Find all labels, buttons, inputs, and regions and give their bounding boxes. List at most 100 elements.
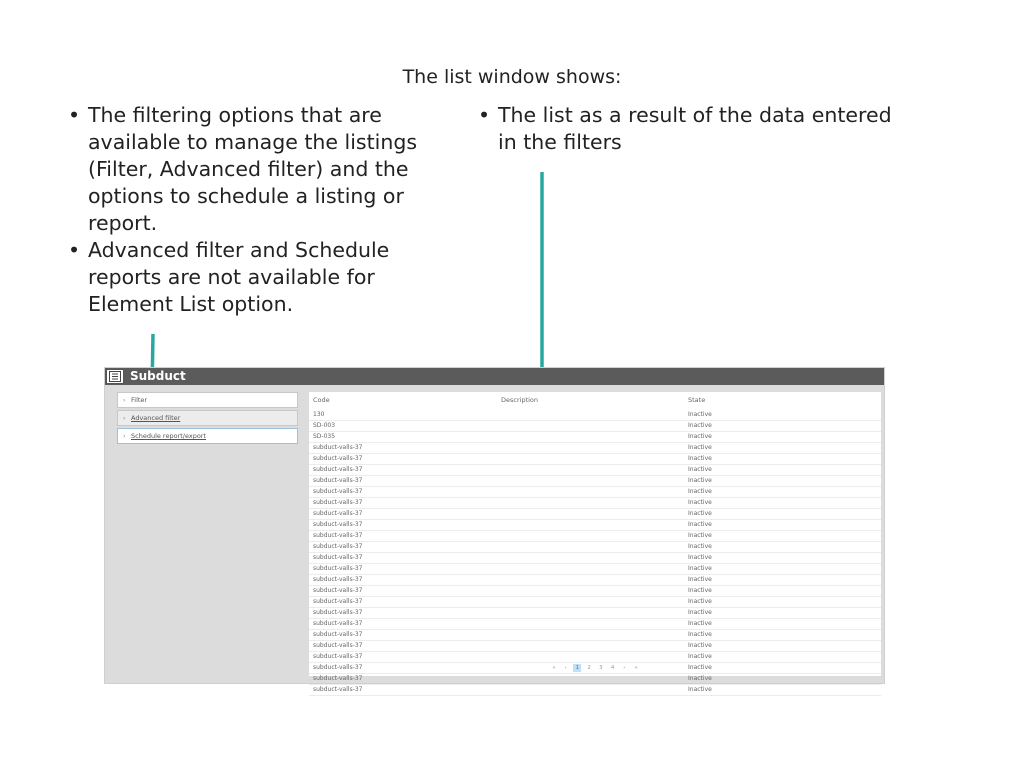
- cell-state: Inactive: [688, 510, 712, 517]
- sidebar-item-label: Advanced filter: [131, 414, 181, 422]
- last-page-button[interactable]: »: [632, 664, 640, 672]
- table-row[interactable]: SD-003 Inactive: [309, 421, 881, 432]
- table-row[interactable]: subduct-valls-37 Inactive: [309, 487, 881, 498]
- table-row[interactable]: subduct-valls-37 Inactive: [309, 443, 881, 454]
- cell-code: subduct-valls-37: [313, 631, 363, 638]
- table-row[interactable]: subduct-valls-37 Inactive: [309, 553, 881, 564]
- table-row[interactable]: subduct-valls-37 Inactive: [309, 454, 881, 465]
- cell-state: Inactive: [688, 477, 712, 484]
- prev-page-button[interactable]: ‹: [562, 664, 570, 672]
- cell-code: subduct-valls-37: [313, 653, 363, 660]
- app-window: Subduct › Filter › Advanced filter › Schedu…: [104, 367, 885, 696]
- cell-state: Inactive: [688, 543, 712, 550]
- table-row[interactable]: subduct-valls-37 Inactive: [309, 586, 881, 597]
- cell-code: subduct-valls-37: [313, 521, 363, 528]
- sidebar-item-advanced-filter[interactable]: › Advanced filter: [117, 410, 298, 426]
- cell-state: Inactive: [688, 554, 712, 561]
- cell-state: Inactive: [688, 631, 712, 638]
- list-rows: 130 Inactive SD-003 Inactive SD-035 Inactive s…: [309, 410, 881, 696]
- cell-state: Inactive: [688, 653, 712, 660]
- sidebar: › Filter › Advanced filter › Schedule repor…: [117, 392, 298, 446]
- next-page-button[interactable]: ›: [620, 664, 628, 672]
- cell-state: Inactive: [688, 422, 712, 429]
- cell-state: Inactive: [688, 455, 712, 462]
- table-row[interactable]: subduct-valls-37 Inactive: [309, 542, 881, 553]
- cell-code: subduct-valls-37: [313, 444, 363, 451]
- cell-code: SD-035: [313, 433, 336, 440]
- list-header: Code Description State: [309, 392, 881, 408]
- cell-state: Inactive: [688, 444, 712, 451]
- cell-code: subduct-valls-37: [313, 620, 363, 627]
- column-header-state[interactable]: State: [688, 396, 705, 404]
- column-header-description[interactable]: Description: [501, 396, 538, 404]
- table-row[interactable]: subduct-valls-37 Inactive: [309, 575, 881, 586]
- list-icon: [106, 369, 124, 384]
- cell-state: Inactive: [688, 686, 712, 693]
- page-button-2[interactable]: 2: [585, 664, 593, 672]
- window-title: Subduct: [130, 369, 186, 383]
- sidebar-item-label: Filter: [131, 396, 148, 404]
- cell-code: subduct-valls-37: [313, 554, 363, 561]
- table-row[interactable]: subduct-valls-37 Inactive: [309, 509, 881, 520]
- table-row[interactable]: subduct-valls-37 Inactive: [309, 476, 881, 487]
- cell-code: subduct-valls-37: [313, 565, 363, 572]
- page-button-1[interactable]: 1: [573, 664, 582, 672]
- chevron-right-icon: ›: [123, 396, 126, 404]
- table-row[interactable]: 130 Inactive: [309, 410, 881, 421]
- cell-code: subduct-valls-37: [313, 686, 363, 693]
- cell-code: subduct-valls-37: [313, 642, 363, 649]
- cell-state: Inactive: [688, 433, 712, 440]
- cell-code: subduct-valls-37: [313, 532, 363, 539]
- first-page-button[interactable]: «: [550, 664, 558, 672]
- results-list: Code Description State 130 Inactive SD-003…: [309, 392, 881, 696]
- cell-code: subduct-valls-37: [313, 587, 363, 594]
- intro-title: The list window shows:: [402, 66, 622, 88]
- chevron-right-icon: ›: [123, 432, 126, 440]
- cell-code: SD-003: [313, 422, 336, 429]
- cell-state: Inactive: [688, 499, 712, 506]
- table-row[interactable]: subduct-valls-37 Inactive: [309, 685, 881, 696]
- pagination: « ‹ 1 2 3 4 › »: [309, 664, 881, 674]
- left-bullet-list: The filtering options that are available…: [66, 102, 466, 318]
- cell-code: subduct-valls-37: [313, 675, 363, 682]
- cell-code: subduct-valls-37: [313, 466, 363, 473]
- page-button-4[interactable]: 4: [609, 664, 617, 672]
- table-row[interactable]: subduct-valls-37 Inactive: [309, 531, 881, 542]
- cell-state: Inactive: [688, 411, 712, 418]
- table-row[interactable]: subduct-valls-37 Inactive: [309, 619, 881, 630]
- bullet-item: The filtering options that are available…: [66, 102, 466, 237]
- table-row[interactable]: subduct-valls-37 Inactive: [309, 597, 881, 608]
- table-row[interactable]: subduct-valls-37 Inactive: [309, 641, 881, 652]
- table-row[interactable]: subduct-valls-37 Inactive: [309, 674, 881, 685]
- table-row[interactable]: subduct-valls-37 Inactive: [309, 630, 881, 641]
- bullet-item: Advanced filter and Schedule reports are…: [66, 237, 466, 318]
- right-bullet-list: The list as a result of the data entered…: [476, 102, 916, 156]
- sidebar-item-schedule-report[interactable]: › Schedule report/export: [117, 428, 298, 444]
- cell-state: Inactive: [688, 521, 712, 528]
- table-row[interactable]: SD-035 Inactive: [309, 432, 881, 443]
- cell-state: Inactive: [688, 598, 712, 605]
- table-row[interactable]: subduct-valls-37 Inactive: [309, 608, 881, 619]
- table-row[interactable]: subduct-valls-37 Inactive: [309, 564, 881, 575]
- cell-state: Inactive: [688, 642, 712, 649]
- cell-code: subduct-valls-37: [313, 598, 363, 605]
- cell-state: Inactive: [688, 675, 712, 682]
- cell-code: subduct-valls-37: [313, 455, 363, 462]
- cell-state: Inactive: [688, 609, 712, 616]
- cell-state: Inactive: [688, 532, 712, 539]
- page-button-3[interactable]: 3: [597, 664, 605, 672]
- cell-code: subduct-valls-37: [313, 499, 363, 506]
- cell-code: subduct-valls-37: [313, 543, 363, 550]
- column-header-code[interactable]: Code: [313, 396, 330, 404]
- sidebar-item-filter[interactable]: › Filter: [117, 392, 298, 408]
- cell-code: subduct-valls-37: [313, 477, 363, 484]
- cell-code: subduct-valls-37: [313, 488, 363, 495]
- window-titlebar: Subduct: [105, 368, 884, 385]
- cell-code: subduct-valls-37: [313, 510, 363, 517]
- table-row[interactable]: subduct-valls-37 Inactive: [309, 520, 881, 531]
- table-row[interactable]: subduct-valls-37 Inactive: [309, 498, 881, 509]
- chevron-right-icon: ›: [123, 414, 126, 422]
- table-row[interactable]: subduct-valls-37 Inactive: [309, 465, 881, 476]
- table-row[interactable]: subduct-valls-37 Inactive: [309, 652, 881, 663]
- cell-state: Inactive: [688, 565, 712, 572]
